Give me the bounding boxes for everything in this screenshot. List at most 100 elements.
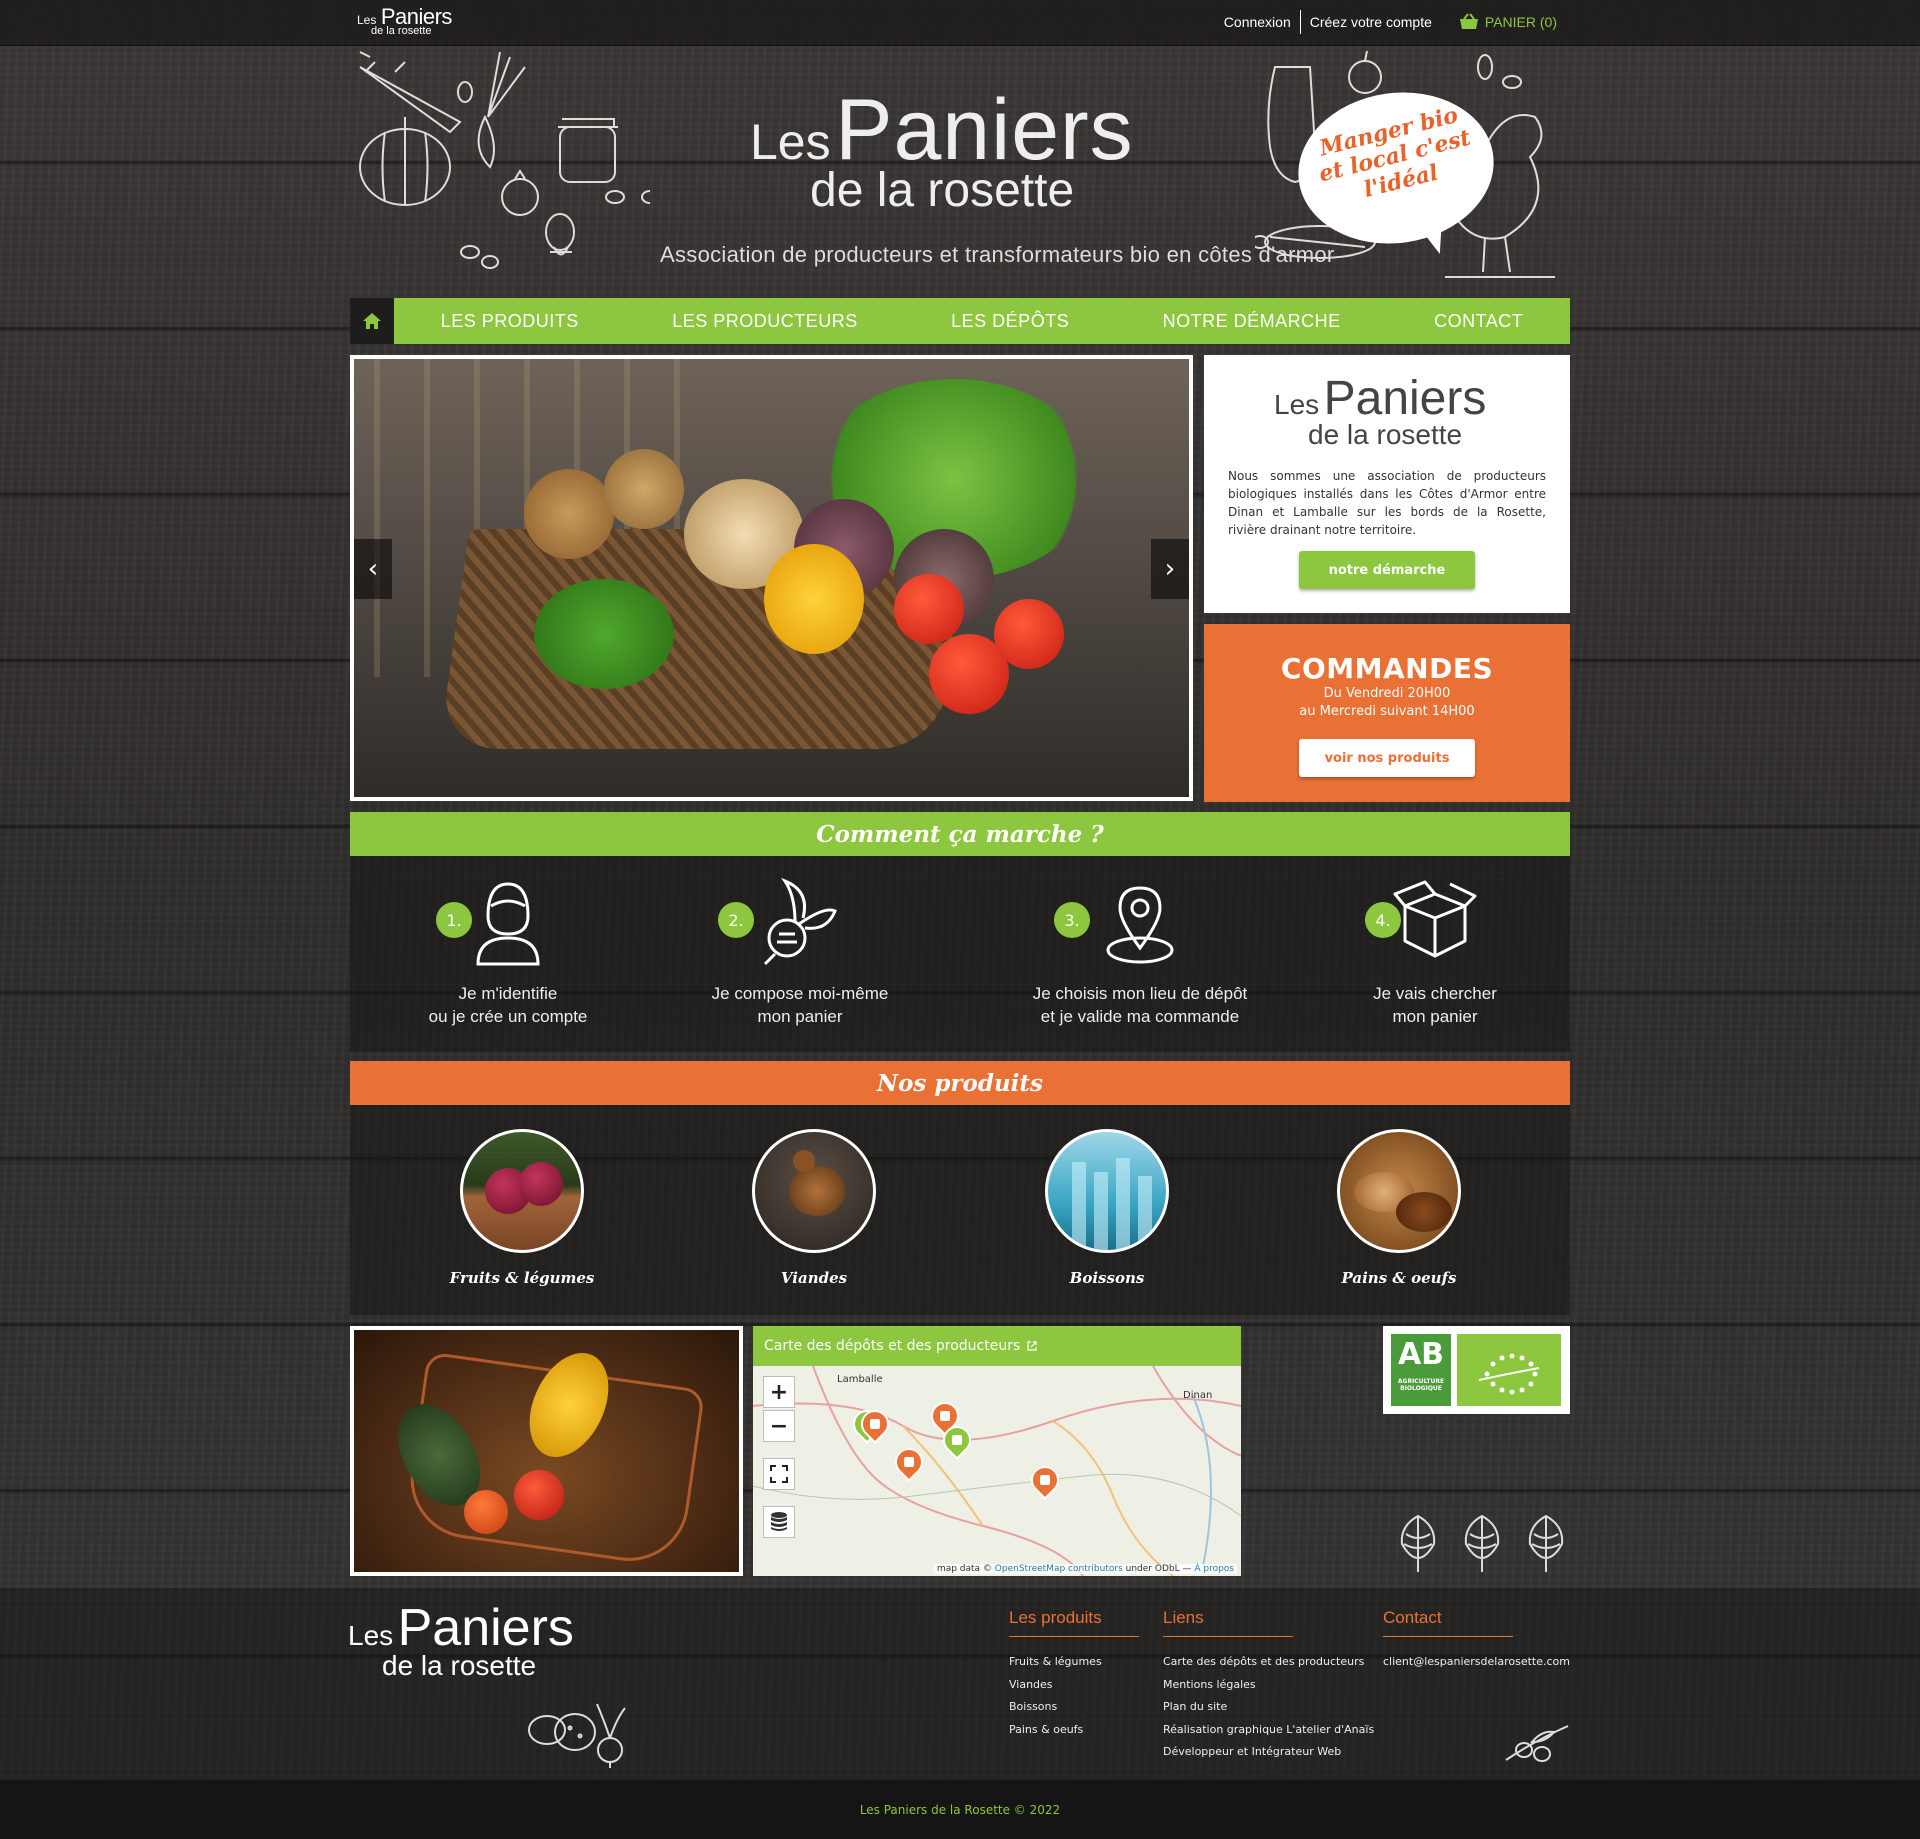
step-number: 3.	[1054, 902, 1090, 938]
orders-title: COMMANDES	[1280, 652, 1494, 685]
organic-label-box: AB AGRICULTURE BIOLOGIQUE	[1383, 1326, 1570, 1414]
category-pains-oeufs[interactable]: Pains & oeufs	[1299, 1129, 1499, 1287]
cart-link[interactable]: PANIER (0)	[1441, 13, 1566, 31]
register-link[interactable]: Créez votre compte	[1301, 14, 1441, 30]
step-text-line1: Je choisis mon lieu de dépôt	[1032, 984, 1248, 1003]
artichoke-icons	[1400, 1514, 1564, 1572]
step-number: 4.	[1365, 902, 1401, 938]
about-text: Nous sommes une association de producteu…	[1228, 469, 1546, 537]
home-icon	[363, 313, 381, 329]
site-header: Les Paniers de la rosette Association de…	[350, 47, 1570, 297]
category-fruits-legumes[interactable]: Fruits & légumes	[422, 1129, 622, 1287]
onion	[524, 469, 614, 559]
footer-col-title: Les produits	[1009, 1608, 1139, 1637]
step-text-line1: Je compose moi-même	[711, 984, 889, 1003]
map-attribution: map data © OpenStreetMap contributors un…	[933, 1564, 1237, 1574]
tomato	[894, 574, 964, 644]
about-logo-les: Les	[1274, 389, 1320, 420]
footer-contact-column: Contact client@lespaniersdelarosette.com	[1383, 1608, 1570, 1674]
tomato	[994, 599, 1064, 669]
map-title: Carte des dépôts et des producteurs	[764, 1338, 1021, 1354]
potato-radish-doodle	[528, 1703, 626, 1768]
about-box: Les Paniers de la rosette Nous sommes un…	[1204, 355, 1570, 613]
footer-logo-paniers: Paniers	[397, 1599, 574, 1657]
footer-link[interactable]: Plan du site	[1163, 1696, 1374, 1719]
basket-photo	[350, 1326, 743, 1576]
footer-link[interactable]: Carte des dépôts et des producteurs	[1163, 1651, 1374, 1674]
footer-logo-les: Les	[348, 1620, 394, 1651]
category-viandes[interactable]: Viandes	[714, 1129, 914, 1287]
category-label: Boissons	[1069, 1269, 1145, 1287]
fence-slat	[374, 359, 380, 677]
category-image	[460, 1129, 584, 1253]
zoom-in-button[interactable]: +	[763, 1376, 795, 1408]
fullscreen-icon	[770, 1465, 788, 1483]
demarche-button[interactable]: notre démarche	[1299, 551, 1475, 589]
ab-logo-text: AB	[1397, 1337, 1445, 1372]
footer-col-title: Contact	[1383, 1608, 1513, 1637]
step-text-line2: ou je crée un compte	[428, 1007, 588, 1026]
copyright-bar: Les Paniers de la Rosette © 2022	[0, 1780, 1920, 1839]
home-button[interactable]	[350, 298, 394, 344]
top-logo[interactable]: Les Paniers de la rosette	[357, 6, 452, 37]
footer-link[interactable]: Mentions légales	[1163, 1674, 1374, 1697]
vegetable-doodles-left	[359, 51, 650, 269]
step-4: 4. Je vais chercher mon panier	[1325, 876, 1545, 1028]
nav-item-demarche[interactable]: NOTRE DÉMARCHE	[1163, 311, 1341, 332]
slider-prev-button[interactable]: ‹	[354, 539, 392, 599]
category-boissons[interactable]: Boissons	[1007, 1129, 1207, 1287]
hero-slider[interactable]: ‹ ›	[350, 355, 1193, 801]
olive-branch-icon	[1505, 1725, 1569, 1762]
nav-item-producteurs[interactable]: LES PRODUCTEURS	[672, 311, 858, 332]
onion	[604, 449, 684, 529]
how-it-works-heading: Comment ça marche ?	[350, 812, 1570, 856]
footer-link[interactable]: Réalisation graphique L'atelier d'Anaïs	[1163, 1719, 1374, 1742]
step-text-line1: Je m'identifie	[458, 984, 558, 1003]
zoom-out-button[interactable]: −	[763, 1410, 795, 1442]
category-image	[1045, 1129, 1169, 1253]
map-pin-icon	[1106, 886, 1174, 964]
map-canvas[interactable]: Lamballe Dinan + − map data © OpenStreet…	[753, 1366, 1241, 1576]
osm-link[interactable]: OpenStreetMap contributors	[995, 1564, 1123, 1574]
step-1: 1. Je m'identifie ou je crée un compte	[398, 876, 618, 1028]
map-town: Dinan	[1183, 1390, 1213, 1401]
site-footer: Les Paniers de la rosette Les produits F…	[0, 1588, 1920, 1780]
basket-icon	[1459, 13, 1478, 29]
nav-item-depots[interactable]: LES DÉPÔTS	[951, 311, 1069, 332]
fullscreen-button[interactable]	[763, 1458, 795, 1490]
footer-link[interactable]: Pains & oeufs	[1009, 1719, 1139, 1742]
category-image	[1337, 1129, 1461, 1253]
step-number: 1.	[436, 902, 472, 938]
footer-link[interactable]: Fruits & légumes	[1009, 1651, 1139, 1674]
step-3: 3. Je choisis mon lieu de dépôt et je val…	[1030, 876, 1250, 1028]
database-icon	[771, 1512, 787, 1531]
footer-link[interactable]: Viandes	[1009, 1674, 1139, 1697]
box-icon	[1393, 880, 1477, 958]
footer-link[interactable]: Développeur et Intégrateur Web	[1163, 1741, 1374, 1764]
fence-slat	[424, 359, 430, 677]
slider-next-button[interactable]: ›	[1151, 539, 1189, 599]
about-logo-paniers: Paniers	[1323, 372, 1487, 425]
about-link[interactable]: À propos	[1194, 1564, 1234, 1574]
how-it-works-panel: 1. Je m'identifie ou je crée un compte 2.…	[350, 856, 1570, 1052]
attribution-license: under ODbL —	[1125, 1564, 1192, 1574]
footer-links-column: Liens Carte des dépôts et des producteur…	[1163, 1608, 1374, 1764]
view-products-button[interactable]: voir nos produits	[1299, 739, 1475, 777]
category-label: Viandes	[780, 1269, 848, 1287]
footer-logo[interactable]: Les Paniers de la rosette	[348, 1602, 574, 1680]
login-link[interactable]: Connexion	[1215, 14, 1300, 30]
nav-item-contact[interactable]: CONTACT	[1434, 311, 1523, 332]
step-2: 2. Je compose moi-même mon panier	[690, 876, 910, 1028]
products-heading: Nos produits	[350, 1061, 1570, 1105]
top-bar: Les Paniers de la rosette Connexion Crée…	[0, 0, 1920, 46]
footer-link[interactable]: Boissons	[1009, 1696, 1139, 1719]
step-text-line2: et je valide ma commande	[1040, 1007, 1240, 1026]
orders-box: COMMANDES Du Vendredi 20H00 au Mercredi …	[1204, 624, 1570, 802]
nav-item-produits[interactable]: LES PRODUITS	[441, 311, 579, 332]
ab-logo-subtext: AGRICULTURE BIOLOGIQUE	[1397, 1378, 1445, 1392]
contact-email-link[interactable]: client@lespaniersdelarosette.com	[1383, 1651, 1570, 1674]
layers-button[interactable]	[763, 1506, 795, 1538]
map-header[interactable]: Carte des dépôts et des producteurs	[753, 1326, 1241, 1366]
footer-products-column: Les produits Fruits & légumes Viandes Bo…	[1009, 1608, 1139, 1741]
orders-line-2: au Mercredi suivant 14H00	[1299, 704, 1475, 719]
